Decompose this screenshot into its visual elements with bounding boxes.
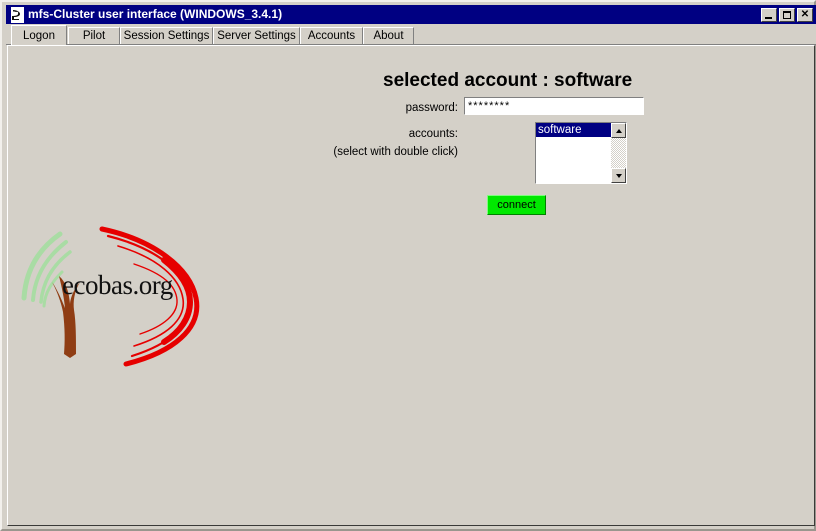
maximize-button[interactable] [779,7,795,22]
tab-server-settings[interactable]: Server Settings [213,27,300,44]
logo-text: ecobas.org [62,270,173,300]
window-controls: ✕ [761,7,816,22]
tab-pilot[interactable]: Pilot [68,27,120,44]
minimize-icon [765,16,772,19]
scroll-up-button[interactable] [611,123,626,138]
chevron-up-icon [615,128,622,133]
window-title: mfs-Cluster user interface (WINDOWS_3.4.… [28,7,283,21]
window-inner: mfs-Cluster user interface (WINDOWS_3.4.… [4,4,816,527]
password-label: password: [405,102,458,114]
ecobas-logo: ecobas.org [14,212,234,377]
tab-about[interactable]: About [363,27,414,44]
app-icon [8,6,24,23]
connect-button[interactable]: connect [487,195,546,215]
accounts-listbox[interactable]: software [535,122,627,184]
minimize-button[interactable] [761,7,777,22]
list-item[interactable]: software [536,123,611,137]
maximize-icon [783,10,791,19]
chevron-down-icon [615,173,622,178]
accounts-scrollbar[interactable] [611,123,626,183]
tab-accounts[interactable]: Accounts [300,27,363,44]
tab-logon[interactable]: Logon [11,25,67,45]
close-icon: ✕ [800,8,810,20]
page-title: selected account : software [383,70,633,91]
close-button[interactable]: ✕ [797,7,813,22]
title-bar: mfs-Cluster user interface (WINDOWS_3.4.… [6,5,816,24]
tab-session-settings[interactable]: Session Settings [120,27,213,44]
logon-panel: selected account : software password: **… [7,45,815,526]
scroll-down-button[interactable] [611,168,626,183]
accounts-label: accounts: [408,128,458,140]
application-window: mfs-Cluster user interface (WINDOWS_3.4.… [0,0,816,531]
accounts-hint: (select with double click) [333,146,458,158]
password-input[interactable]: ******** [464,97,644,115]
tab-bar: Logon Pilot Session Settings Server Sett… [6,24,816,45]
accounts-list[interactable]: software [536,123,611,183]
